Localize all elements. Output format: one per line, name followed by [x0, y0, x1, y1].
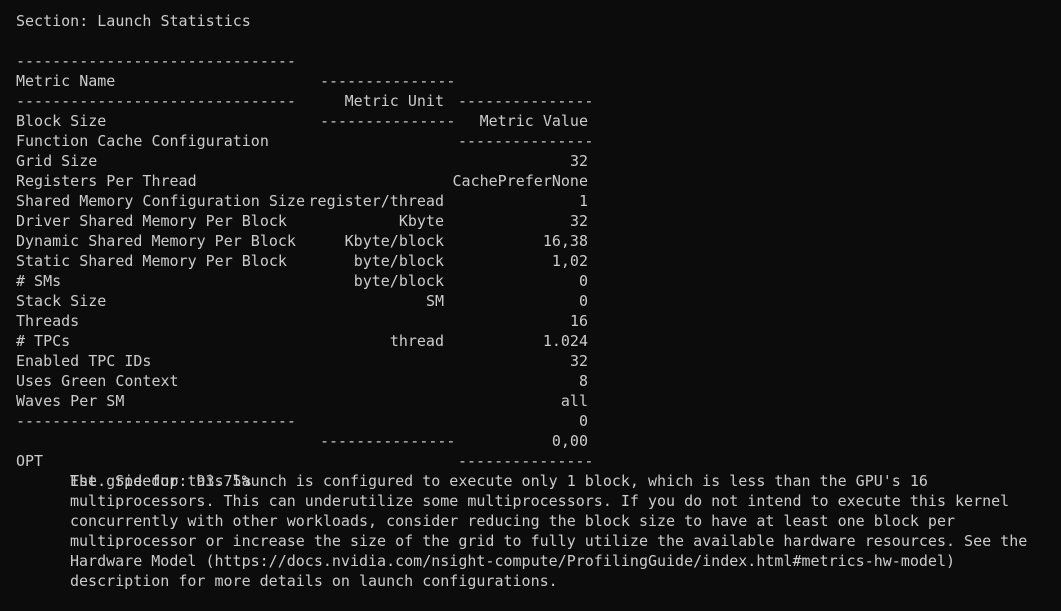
- table-row: Threads thread 32: [16, 291, 1056, 370]
- opt-description-line: multiprocessor or increase the size of t…: [16, 511, 1056, 550]
- separator-header: ------------------------------- --------…: [16, 71, 1056, 150]
- table-row: Uses Green Context 0: [16, 351, 1056, 430]
- opt-description-line: multiprocessors. This can underutilize s…: [16, 471, 1056, 510]
- opt-description-line: The grid for this launch is configured t…: [16, 451, 1056, 490]
- table-row: Grid Size 1: [16, 131, 1056, 210]
- opt-description-line: description for more details on launch c…: [16, 551, 1056, 590]
- table-row: Static Shared Memory Per Block byte/bloc…: [16, 231, 1056, 310]
- opt-description-line: concurrently with other workloads, consi…: [16, 491, 1056, 530]
- table-row: # TPCs 8: [16, 311, 1056, 390]
- table-row: Driver Shared Memory Per Block Kbyte/blo…: [16, 191, 1056, 270]
- table-row: Enabled TPC IDs all: [16, 331, 1056, 410]
- table-row: Waves Per SM 0,00: [16, 371, 1056, 450]
- table-row: Stack Size 1.024: [16, 271, 1056, 350]
- table-row: Function Cache Configuration CachePrefer…: [16, 111, 1056, 190]
- opt-header: OPT Est. Speedup: 93.75%: [16, 431, 1056, 490]
- table-row: Block Size 32: [16, 91, 1056, 170]
- opt-description-line: Hardware Model (https://docs.nvidia.com/…: [16, 531, 1056, 570]
- section-title: Section: Launch Statistics: [16, 12, 251, 30]
- table-row: Shared Memory Configuration Size Kbyte 1…: [16, 171, 1056, 250]
- table-header: Metric Name Metric Unit Metric Value: [16, 51, 1056, 130]
- table-row: # SMs SM 16: [16, 251, 1056, 330]
- terminal-output[interactable]: Section: Launch Statistics -------------…: [16, 11, 1056, 590]
- table-row: Dynamic Shared Memory Per Block byte/blo…: [16, 211, 1056, 290]
- opt-text: description for more details on launch c…: [70, 572, 558, 590]
- separator-bottom: ------------------------------- --------…: [16, 391, 1056, 470]
- table-row: Registers Per Thread register/thread 32: [16, 151, 1056, 230]
- separator-top: ------------------------------- --------…: [16, 31, 1056, 110]
